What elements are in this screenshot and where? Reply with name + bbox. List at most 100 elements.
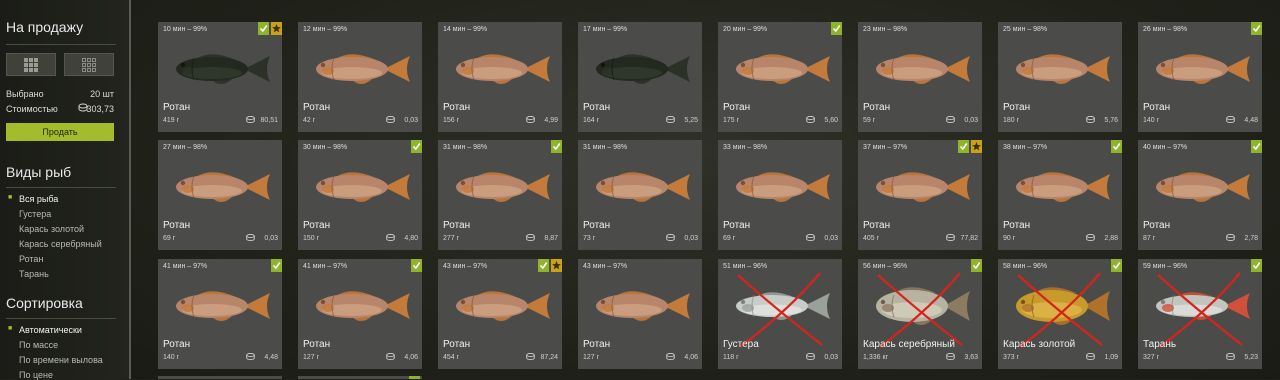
fish-card[interactable]: 12 мин – 99% Ротан 42 г 0,03 — [298, 22, 422, 132]
discard-cross-icon — [737, 272, 823, 348]
fish-card[interactable]: 40 мин – 97% Ротан 87 г 2,78 — [1138, 140, 1262, 250]
check-icon[interactable] — [1111, 140, 1122, 153]
coin-icon — [806, 116, 815, 123]
fish-card[interactable]: 27 мин – 98% Ротан 69 г 0,03 — [158, 140, 282, 250]
catch-time: 26 мин – 98% — [1143, 26, 1188, 33]
discard-cross-icon — [1157, 272, 1243, 348]
check-icon[interactable] — [958, 140, 969, 153]
fish-card[interactable]: 14 мин – 99% Ротан 156 г 4,99 — [438, 22, 562, 132]
grid-small-icon — [82, 57, 96, 72]
fish-card[interactable]: 30 мин – 98% Ротан 150 г 4,80 — [298, 140, 422, 250]
catch-time: 40 мин – 97% — [1143, 144, 1188, 151]
check-icon[interactable] — [1251, 22, 1262, 35]
fish-weight: 327 г — [1143, 354, 1160, 361]
sidebar-divider — [6, 318, 116, 319]
fish-price: 0,03 — [824, 235, 838, 242]
fish-card[interactable]: 41 мин – 97% Ротан 127 г 4,06 — [298, 259, 422, 369]
fish-type-all[interactable]: Вся рыба — [19, 194, 58, 204]
view-grid-small-button[interactable] — [64, 53, 114, 76]
fish-card[interactable]: 59 мин – 96% Тарань 327 г 5,23 — [1138, 259, 1262, 369]
fish-name: Ротан — [583, 339, 611, 350]
fish-image — [1156, 54, 1250, 84]
check-icon[interactable] — [258, 22, 269, 35]
check-icon[interactable] — [1251, 259, 1262, 272]
sidebar: На продажу Выбрано 20 шт Стоимостью 303,… — [0, 0, 130, 380]
check-icon[interactable] — [971, 259, 982, 272]
fish-card[interactable]: 56 мин – 96% Карась серебряный 1,336 кг 3,… — [858, 259, 982, 369]
coin-icon — [1086, 353, 1095, 360]
fish-card[interactable]: 41 мин – 97% Ротан 140 г 4,48 — [158, 259, 282, 369]
fish-image — [1016, 172, 1110, 202]
fish-card[interactable]: 31 мин – 98% Ротан 277 г 8,87 — [438, 140, 562, 250]
cost-value: 303,73 — [86, 104, 114, 114]
coin-icon — [666, 234, 675, 241]
fish-type-rotan[interactable]: Ротан — [19, 254, 43, 264]
fish-card[interactable]: 43 мин – 97% Ротан 127 г 4,06 — [578, 259, 702, 369]
fish-card[interactable]: 58 мин – 96% Карась золотой 373 г 1,09 — [998, 259, 1122, 369]
fish-weight: 1,336 кг — [863, 354, 889, 361]
fish-card[interactable]: 43 мин – 97% Ротан 454 г 87,24 — [438, 259, 562, 369]
star-icon — [551, 259, 562, 272]
fish-weight: 419 г — [163, 117, 180, 124]
fish-image — [596, 172, 690, 202]
fish-name: Ротан — [723, 102, 751, 113]
fish-name: Густера — [723, 339, 759, 350]
fish-type-karas-silver[interactable]: Карась серебряный — [19, 239, 102, 249]
cost-label: Стоимостью — [6, 104, 58, 114]
fish-card[interactable]: 23 мин – 98% Ротан 59 г 0,03 — [858, 22, 982, 132]
check-icon[interactable] — [538, 259, 549, 272]
fish-image — [1156, 172, 1250, 202]
sell-button[interactable]: Продать — [6, 123, 114, 141]
fish-card[interactable]: 20 мин – 99% Ротан 175 г 5,60 — [718, 22, 842, 132]
fish-weight: 69 г — [723, 235, 736, 242]
fish-image — [176, 54, 270, 84]
catch-time: 25 мин – 98% — [1003, 26, 1048, 33]
fish-image — [316, 54, 410, 84]
fish-type-karas-gold[interactable]: Карась золотой — [19, 224, 84, 234]
fish-card[interactable]: 38 мин – 97% Ротан 90 г 2,88 — [998, 140, 1122, 250]
fish-name: Ротан — [1143, 102, 1171, 113]
catch-time: 17 мин – 99% — [583, 26, 628, 33]
fish-type-gustera[interactable]: Густера — [19, 209, 51, 219]
view-grid-large-button[interactable] — [6, 53, 56, 76]
check-icon[interactable] — [551, 140, 562, 153]
fish-card[interactable]: 10 мин – 99% Ротан 419 г 80,51 — [158, 22, 282, 132]
fish-price: 5,60 — [824, 117, 838, 124]
fish-card[interactable]: 26 мин – 98% Ротан 140 г 4,48 — [1138, 22, 1262, 132]
sort-by-mass[interactable]: По массе — [19, 340, 58, 350]
check-icon[interactable] — [411, 140, 422, 153]
check-icon[interactable] — [1111, 259, 1122, 272]
check-icon[interactable] — [271, 259, 282, 272]
coin-icon — [246, 234, 255, 241]
check-icon[interactable] — [831, 22, 842, 35]
fish-card[interactable]: 33 мин – 98% Ротан 69 г 0,03 — [718, 140, 842, 250]
catch-time: 41 мин – 97% — [163, 263, 208, 270]
fish-weight: 454 г — [443, 354, 460, 361]
fish-type-taran[interactable]: Тарань — [19, 269, 49, 279]
fish-image — [456, 291, 550, 321]
fish-price: 4,06 — [684, 354, 698, 361]
fish-price: 5,76 — [1104, 117, 1118, 124]
fish-price: 0,03 — [824, 354, 838, 361]
sort-by-time[interactable]: По времени вылова — [19, 355, 103, 365]
fish-weight: 42 г — [303, 117, 316, 124]
catch-time: 10 мин – 99% — [163, 26, 208, 33]
fish-card[interactable]: 31 мин – 98% Ротан 73 г 0,03 — [578, 140, 702, 250]
sort-auto[interactable]: Автоматически — [19, 325, 82, 335]
fish-card[interactable]: 17 мин – 99% Ротан 164 г 5,25 — [578, 22, 702, 132]
grid-large-icon — [24, 57, 38, 72]
fish-image — [876, 54, 970, 84]
fish-card[interactable]: 51 мин – 96% Густера 118 г 0,03 — [718, 259, 842, 369]
fish-card[interactable]: 37 мин – 97% Ротан 405 г 77,82 — [858, 140, 982, 250]
coin-icon — [1086, 116, 1095, 123]
coin-icon — [386, 234, 395, 241]
fish-weight: 69 г — [163, 235, 176, 242]
fish-card[interactable]: 25 мин – 98% Ротан 180 г 5,76 — [998, 22, 1122, 132]
coin-icon — [806, 234, 815, 241]
fish-weight: 127 г — [583, 354, 600, 361]
check-icon[interactable] — [411, 259, 422, 272]
fish-price: 0,03 — [404, 117, 418, 124]
fish-name: Карась серебряный — [863, 339, 955, 350]
check-icon[interactable] — [1251, 140, 1262, 153]
fish-name: Ротан — [1003, 220, 1031, 231]
